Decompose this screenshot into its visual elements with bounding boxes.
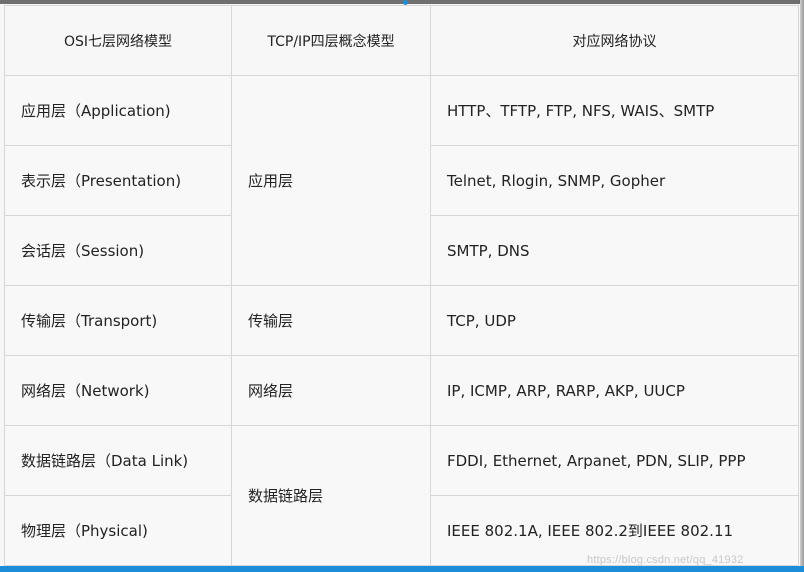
header-tcpip-model: TCP/IP四层概念模型	[231, 5, 431, 76]
osi-layer-cell: 网络层（Network)	[4, 355, 232, 426]
header-protocols: 对应网络协议	[430, 5, 799, 76]
tcpip-layer-cell: 网络层	[231, 355, 431, 426]
protocol-cell: FDDI, Ethernet, Arpanet, PDN, SLIP, PPP	[430, 425, 799, 496]
top-bar	[0, 0, 804, 4]
table-row: 网络层（Network) 网络层 IP, ICMP, ARP, RARP, AK…	[4, 355, 799, 426]
osi-layer-cell: 表示层（Presentation)	[4, 145, 232, 216]
protocol-cell: SMTP, DNS	[430, 215, 799, 286]
table-row: 传输层（Transport) 传输层 TCP, UDP	[4, 285, 799, 356]
osi-tcpip-table: OSI七层网络模型 TCP/IP四层概念模型 对应网络协议 应用层（Applic…	[4, 5, 799, 566]
osi-layer-cell: 应用层（Application)	[4, 75, 232, 146]
protocol-cell: TCP, UDP	[430, 285, 799, 356]
right-edge-shadow	[800, 0, 804, 566]
watermark-url: https://blog.csdn.net/qq_41932	[587, 554, 744, 566]
header-osi-model: OSI七层网络模型	[4, 5, 232, 76]
protocol-cell: Telnet, Rlogin, SNMP, Gopher	[430, 145, 799, 216]
osi-layer-cell: 会话层（Session)	[4, 215, 232, 286]
osi-layer-cell: 数据链路层（Data Link)	[4, 425, 232, 496]
protocol-cell: HTTP、TFTP, FTP, NFS, WAIS、SMTP	[430, 75, 799, 146]
table-row: 数据链路层（Data Link) 数据链路层 FDDI, Ethernet, A…	[4, 425, 799, 566]
tcpip-layer-cell: 应用层	[231, 75, 431, 286]
table-header-row: OSI七层网络模型 TCP/IP四层概念模型 对应网络协议	[4, 5, 799, 76]
osi-layer-cell: 传输层（Transport)	[4, 285, 232, 356]
osi-layer-cell: 物理层（Physical)	[4, 495, 232, 566]
tcpip-layer-cell: 传输层	[231, 285, 431, 356]
protocol-cell: IP, ICMP, ARP, RARP, AKP, UUCP	[430, 355, 799, 426]
table-row: 应用层（Application) 应用层 HTTP、TFTP, FTP, NFS…	[4, 75, 799, 286]
bottom-accent-bar	[0, 566, 804, 572]
tcpip-layer-cell: 数据链路层	[231, 425, 431, 566]
